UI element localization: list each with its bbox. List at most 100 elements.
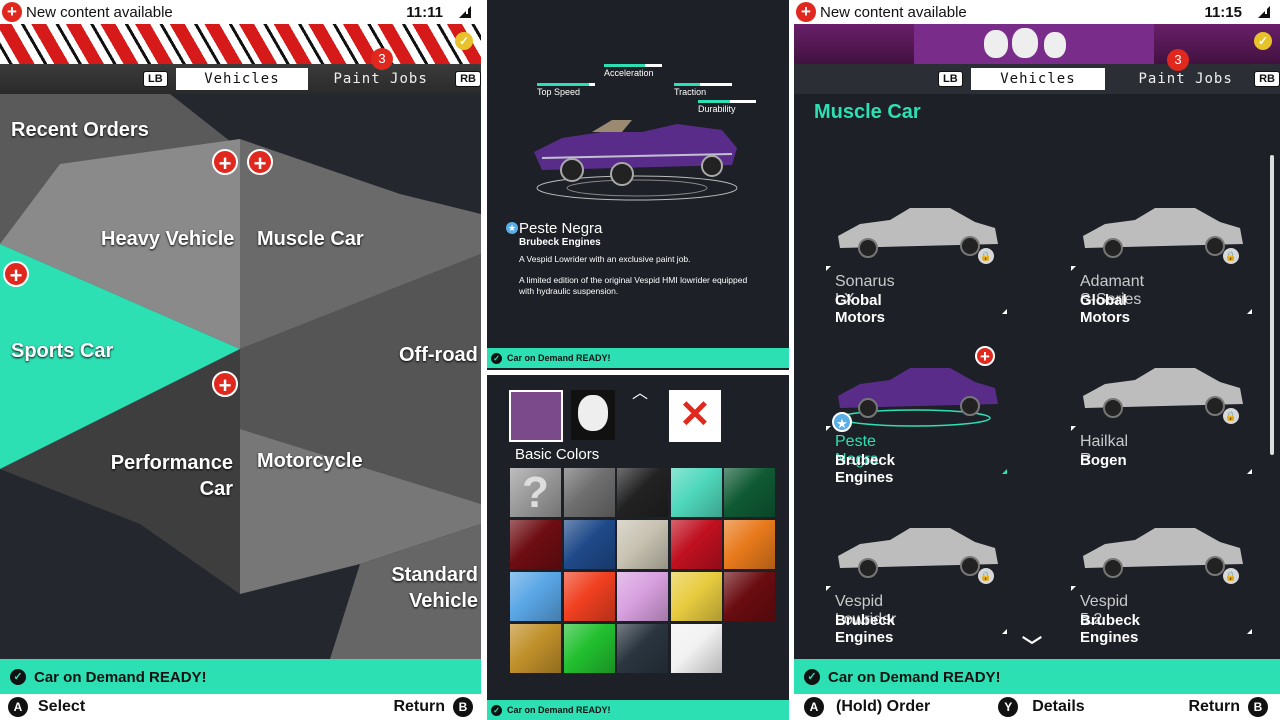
scroll-up-icon[interactable]: ︿ xyxy=(632,379,648,403)
mid-ready-banner: ✓ Car on Demand READY! xyxy=(487,348,789,368)
menu-heavy-vehicle[interactable]: Heavy Vehicle xyxy=(101,228,234,251)
a-button-icon-right: A xyxy=(804,697,824,717)
color-swatch[interactable] xyxy=(670,624,722,673)
car-maker: Brubeck Engines xyxy=(519,237,601,248)
color-swatch[interactable] xyxy=(563,520,615,569)
b-button-icon: B xyxy=(453,697,473,717)
notification-plus-icon: + xyxy=(2,2,22,22)
color-swatch[interactable] xyxy=(563,468,615,517)
sugar-skull-icon-1 xyxy=(984,30,1008,58)
vehicle-detail-panel: Top Speed Acceleration Traction Durabili… xyxy=(487,0,789,370)
menu-recent-orders[interactable]: Recent Orders xyxy=(11,119,149,142)
paint-jobs-count-badge-right: 3 xyxy=(1167,49,1189,71)
basic-colors-title: Basic Colors xyxy=(515,446,600,463)
scrollbar[interactable] xyxy=(1270,155,1274,455)
signal-icon-right xyxy=(1258,6,1270,18)
card-corner-marker xyxy=(1071,266,1076,271)
color-swatch[interactable] xyxy=(670,520,722,569)
card-corner-marker xyxy=(1002,469,1007,474)
rb-button-right[interactable]: RB xyxy=(1254,71,1280,87)
tab-vehicles-right[interactable]: Vehicles xyxy=(970,68,1106,90)
car-maker: Brubeck Engines xyxy=(835,612,896,646)
color-swatch[interactable] xyxy=(617,520,668,569)
color-swatch[interactable] xyxy=(724,520,775,569)
sugar-skull-icon-2 xyxy=(1012,28,1038,58)
color-swatch[interactable] xyxy=(617,572,668,621)
random-color-question-icon: ? xyxy=(522,468,549,517)
mid-ready-text-2: Car on Demand READY! xyxy=(507,705,611,715)
return-hint[interactable]: Return xyxy=(393,698,445,716)
menu-offroad[interactable]: Off-road xyxy=(399,344,478,367)
menu-sports-car[interactable]: Sports Car xyxy=(11,340,113,363)
car-maker: Global Motors xyxy=(835,292,885,326)
card-corner-marker xyxy=(1071,426,1076,431)
paint-picker-panel: ︿ ✕ Basic Colors ? ✓ Car on Demand READY… xyxy=(487,375,789,720)
star-icon: ★ xyxy=(506,222,518,234)
order-hint[interactable]: (Hold) Order xyxy=(836,698,930,716)
lock-icon: 🔒 xyxy=(978,248,994,264)
stat-traction-fill xyxy=(674,83,701,86)
lock-icon: 🔒 xyxy=(1223,568,1239,584)
color-swatch[interactable] xyxy=(670,572,722,621)
color-swatch[interactable] xyxy=(617,624,668,673)
stat-acceleration-label: Acceleration xyxy=(604,68,654,78)
return-hint-right[interactable]: Return xyxy=(1188,698,1240,716)
ready-check-icon: ✓ xyxy=(10,669,26,685)
tab-bar: LB Vehicles Paint Jobs RB xyxy=(0,64,481,94)
card-corner-marker xyxy=(1002,629,1007,634)
paint-skull-thumb[interactable] xyxy=(571,390,615,440)
color-swatch[interactable] xyxy=(510,572,561,621)
color-swatch[interactable] xyxy=(510,520,561,569)
menu-performance-car[interactable]: Performance Car xyxy=(108,450,233,502)
color-swatch[interactable] xyxy=(563,624,615,673)
color-swatch[interactable] xyxy=(563,572,615,621)
stat-top-speed: Top Speed xyxy=(537,83,595,97)
lb-button-right[interactable]: LB xyxy=(938,71,963,87)
paint-flag-skull-thumb[interactable] xyxy=(509,390,563,442)
card-corner-marker xyxy=(1002,309,1007,314)
stat-acceleration-fill xyxy=(604,64,645,67)
new-performance-plus-icon: + xyxy=(212,371,238,398)
mid-ready-check-icon-2: ✓ xyxy=(491,704,502,716)
lb-button[interactable]: LB xyxy=(143,71,168,87)
b-button-icon-right: B xyxy=(1248,697,1268,717)
lowrider-car-image xyxy=(534,120,738,201)
rb-button[interactable]: RB xyxy=(455,71,481,87)
ready-text: Car on Demand READY! xyxy=(34,668,207,686)
car-on-demand-banner: ✓ Car on Demand READY! xyxy=(0,659,481,695)
car-maker: Brubeck Engines xyxy=(1080,612,1141,646)
tab-bar-right: LB Vehicles Paint Jobs RB xyxy=(794,64,1280,94)
menu-standard-vehicle[interactable]: Standard Vehicle xyxy=(385,562,478,614)
status-time: 11:11 xyxy=(406,3,443,21)
a-button-icon: A xyxy=(8,697,28,717)
tab-paint-jobs[interactable]: Paint Jobs xyxy=(322,68,439,90)
menu-motorcycle[interactable]: Motorcycle xyxy=(257,450,363,473)
car-maker: Global Motors xyxy=(1080,292,1130,326)
lock-icon: 🔒 xyxy=(1223,408,1239,424)
ready-text-right: Car on Demand READY! xyxy=(828,668,1001,686)
card-corner-marker xyxy=(826,266,831,271)
color-swatch[interactable] xyxy=(617,468,668,517)
stat-traction-label: Traction xyxy=(674,87,707,97)
tab-paint-jobs-right[interactable]: Paint Jobs xyxy=(1125,68,1246,90)
details-hint[interactable]: Details xyxy=(1032,698,1084,716)
menu-muscle-car[interactable]: Muscle Car xyxy=(257,228,364,251)
sugar-skull-icon-3 xyxy=(1044,32,1066,58)
card-corner-marker xyxy=(1247,309,1252,314)
color-swatch[interactable] xyxy=(670,468,722,517)
status-bar: + New content available 11:11 xyxy=(0,0,481,24)
mid-ready-check-icon: ✓ xyxy=(491,352,502,364)
stat-top-speed-label: Top Speed xyxy=(537,87,581,97)
color-swatch[interactable] xyxy=(724,572,775,621)
no-paint-thumb[interactable]: ✕ xyxy=(669,390,721,442)
new-muscle-plus-icon: + xyxy=(247,149,273,176)
color-swatch[interactable] xyxy=(510,624,561,673)
car-maker: Bogen xyxy=(1080,452,1127,469)
status-bar-right: + New content available 11:15 xyxy=(794,0,1280,24)
color-swatch[interactable] xyxy=(724,468,775,517)
scroll-down-icon[interactable]: ﹀ xyxy=(1022,630,1042,659)
car-maker: Brubeck Engines xyxy=(835,452,896,486)
tab-vehicles[interactable]: Vehicles xyxy=(175,68,309,90)
new-heavy-plus-icon: + xyxy=(212,149,238,176)
select-hint[interactable]: Select xyxy=(38,698,85,716)
